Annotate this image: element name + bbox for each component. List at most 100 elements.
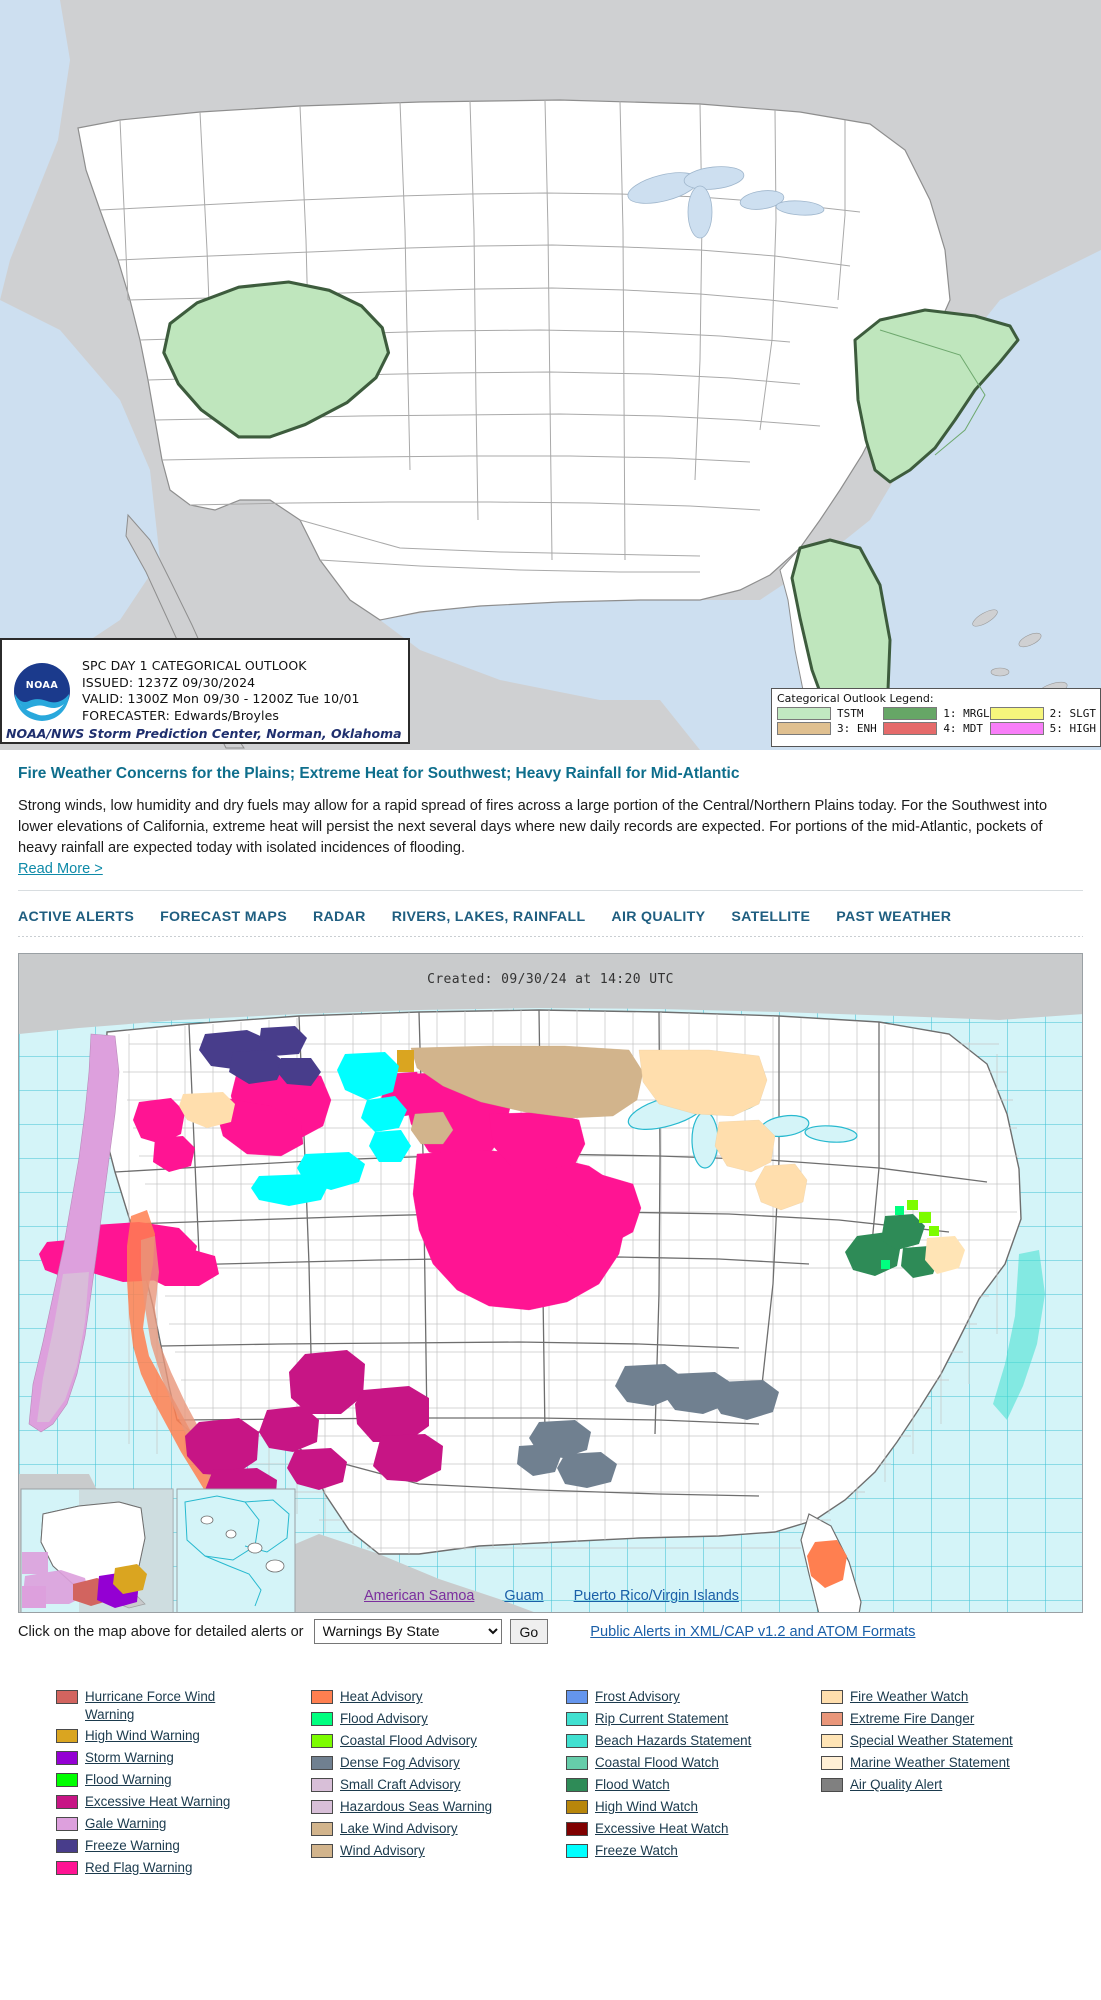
alert-legend: Hurricane Force Wind Warning High Wind W… — [0, 1644, 1101, 1893]
legend-label-special-weather-statement[interactable]: Special Weather Statement — [850, 1732, 1013, 1750]
legend-label-high-wind-watch[interactable]: High Wind Watch — [595, 1798, 698, 1816]
legend-item-wind-advisory[interactable]: Wind Advisory — [311, 1842, 566, 1860]
main-nav: ACTIVE ALERTS FORECAST MAPS RADAR RIVERS… — [0, 891, 1101, 936]
public-alerts-cap-link[interactable]: Public Alerts in XML/CAP v1.2 and ATOM F… — [590, 1624, 915, 1640]
tab-satellite[interactable]: SATELLITE — [731, 909, 810, 925]
tab-forecast-maps[interactable]: FORECAST MAPS — [160, 909, 287, 925]
legend-item-red-flag-warning[interactable]: Red Flag Warning — [56, 1859, 311, 1877]
legend-item-lake-wind-advisory[interactable]: Lake Wind Advisory — [311, 1820, 566, 1838]
legend-label-coastal-flood-advisory[interactable]: Coastal Flood Advisory — [340, 1732, 477, 1750]
legend-label-flood-warning[interactable]: Flood Warning — [85, 1771, 172, 1789]
spc-legend-label-tstm: TSTM — [837, 707, 864, 720]
map-click-prompt: Click on the map above for detailed aler… — [18, 1623, 304, 1640]
legend-label-high-wind-warning[interactable]: High Wind Warning — [85, 1727, 200, 1745]
legend-item-air-quality-alert[interactable]: Air Quality Alert — [821, 1776, 1076, 1794]
legend-label-flood-watch[interactable]: Flood Watch — [595, 1776, 670, 1794]
swatch-rip-current-statement — [566, 1712, 588, 1726]
legend-item-coastal-flood-watch[interactable]: Coastal Flood Watch — [566, 1754, 821, 1772]
tab-past-weather[interactable]: PAST WEATHER — [836, 909, 951, 925]
legend-label-wind-advisory[interactable]: Wind Advisory — [340, 1842, 425, 1860]
spc-legend-item-mrgl: 1: MRGL — [883, 707, 990, 720]
spc-swatch-tstm — [777, 707, 831, 720]
legend-item-frost-advisory[interactable]: Frost Advisory — [566, 1688, 821, 1706]
spc-legend-label-mrgl: 1: MRGL — [943, 707, 990, 720]
swatch-lake-wind-advisory — [311, 1822, 333, 1836]
legend-item-dense-fog-advisory[interactable]: Dense Fog Advisory — [311, 1754, 566, 1772]
legend-label-rip-current-statement[interactable]: Rip Current Statement — [595, 1710, 728, 1728]
legend-item-small-craft-advisory[interactable]: Small Craft Advisory — [311, 1776, 566, 1794]
swatch-high-wind-warning — [56, 1729, 78, 1743]
tab-active-alerts[interactable]: ACTIVE ALERTS — [18, 909, 134, 925]
warnings-by-state-select[interactable]: Warnings By State — [313, 1619, 502, 1644]
swatch-freeze-warning — [56, 1839, 78, 1853]
legend-item-high-wind-warning[interactable]: High Wind Warning — [56, 1727, 311, 1745]
link-american-samoa[interactable]: American Samoa — [364, 1588, 474, 1604]
legend-column-2: Heat Advisory Flood Advisory Coastal Flo… — [311, 1688, 566, 1881]
legend-label-excessive-heat-watch[interactable]: Excessive Heat Watch — [595, 1820, 728, 1838]
legend-label-fire-weather-watch[interactable]: Fire Weather Watch — [850, 1688, 968, 1706]
read-more-link[interactable]: Read More > — [18, 861, 103, 877]
legend-item-flood-advisory[interactable]: Flood Advisory — [311, 1710, 566, 1728]
legend-item-fire-weather-watch[interactable]: Fire Weather Watch — [821, 1688, 1076, 1706]
legend-item-freeze-watch[interactable]: Freeze Watch — [566, 1842, 821, 1860]
legend-label-hazardous-seas-warning[interactable]: Hazardous Seas Warning — [340, 1798, 492, 1816]
legend-label-red-flag-warning[interactable]: Red Flag Warning — [85, 1859, 192, 1877]
legend-label-heat-advisory[interactable]: Heat Advisory — [340, 1688, 423, 1706]
legend-item-hazardous-seas-warning[interactable]: Hazardous Seas Warning — [311, 1798, 566, 1816]
legend-label-beach-hazards-statement[interactable]: Beach Hazards Statement — [595, 1732, 751, 1750]
legend-label-lake-wind-advisory[interactable]: Lake Wind Advisory — [340, 1820, 458, 1838]
legend-label-marine-weather-statement[interactable]: Marine Weather Statement — [850, 1754, 1010, 1772]
legend-label-dense-fog-advisory[interactable]: Dense Fog Advisory — [340, 1754, 460, 1772]
legend-label-excessive-heat-warning[interactable]: Excessive Heat Warning — [85, 1793, 230, 1811]
legend-item-special-weather-statement[interactable]: Special Weather Statement — [821, 1732, 1076, 1750]
spc-info-line-2: ISSUED: 1237Z 09/30/2024 — [82, 674, 256, 690]
legend-item-flood-watch[interactable]: Flood Watch — [566, 1776, 821, 1794]
link-puerto-rico-virgin-islands[interactable]: Puerto Rico/Virgin Islands — [574, 1588, 739, 1604]
swatch-freeze-watch — [566, 1844, 588, 1858]
swatch-flood-advisory — [311, 1712, 333, 1726]
legend-label-storm-warning[interactable]: Storm Warning — [85, 1749, 174, 1767]
legend-item-coastal-flood-advisory[interactable]: Coastal Flood Advisory — [311, 1732, 566, 1750]
legend-item-flood-warning[interactable]: Flood Warning — [56, 1771, 311, 1789]
spc-legend-label-slgt: 2: SLGT — [1049, 707, 1096, 720]
swatch-marine-weather-statement — [821, 1756, 843, 1770]
legend-column-4: Fire Weather Watch Extreme Fire Danger S… — [821, 1688, 1076, 1881]
link-guam[interactable]: Guam — [504, 1588, 543, 1604]
tab-radar[interactable]: RADAR — [313, 909, 366, 925]
legend-label-flood-advisory[interactable]: Flood Advisory — [340, 1710, 428, 1728]
go-button[interactable]: Go — [509, 1619, 549, 1644]
tab-air-quality[interactable]: AIR QUALITY — [611, 909, 705, 925]
spc-legend-item-mdt: 4: MDT — [883, 722, 989, 735]
legend-item-hurricane-force-wind-warning[interactable]: Hurricane Force Wind Warning — [56, 1688, 311, 1723]
headline-title: Fire Weather Concerns for the Plains; Ex… — [18, 765, 740, 782]
swatch-excessive-heat-warning — [56, 1795, 78, 1809]
legend-label-coastal-flood-watch[interactable]: Coastal Flood Watch — [595, 1754, 719, 1772]
legend-label-freeze-warning[interactable]: Freeze Warning — [85, 1837, 180, 1855]
legend-item-rip-current-statement[interactable]: Rip Current Statement — [566, 1710, 821, 1728]
svg-text:NOAA: NOAA — [26, 680, 59, 691]
legend-item-heat-advisory[interactable]: Heat Advisory — [311, 1688, 566, 1706]
legend-label-extreme-fire-danger[interactable]: Extreme Fire Danger — [850, 1710, 974, 1728]
active-alerts-map[interactable]: Created: 09/30/24 at 14:20 UTC American … — [18, 953, 1083, 1613]
legend-label-small-craft-advisory[interactable]: Small Craft Advisory — [340, 1776, 461, 1794]
legend-label-gale-warning[interactable]: Gale Warning — [85, 1815, 166, 1833]
legend-label-freeze-watch[interactable]: Freeze Watch — [595, 1842, 678, 1860]
tab-rivers-lakes-rainfall[interactable]: RIVERS, LAKES, RAINFALL — [392, 909, 586, 925]
legend-label-hurricane-force-wind-warning[interactable]: Hurricane Force Wind Warning — [85, 1688, 260, 1723]
legend-label-air-quality-alert[interactable]: Air Quality Alert — [850, 1776, 942, 1794]
legend-item-excessive-heat-warning[interactable]: Excessive Heat Warning — [56, 1793, 311, 1811]
swatch-storm-warning — [56, 1751, 78, 1765]
legend-item-storm-warning[interactable]: Storm Warning — [56, 1749, 311, 1767]
spc-outlook-map[interactable]: NOAA SPC DAY 1 CATEGORICAL OUTLOOK ISSUE… — [0, 0, 1101, 750]
spc-swatch-slgt — [989, 707, 1044, 720]
legend-label-frost-advisory[interactable]: Frost Advisory — [595, 1688, 680, 1706]
swatch-special-weather-statement — [821, 1734, 843, 1748]
legend-item-marine-weather-statement[interactable]: Marine Weather Statement — [821, 1754, 1076, 1772]
legend-item-beach-hazards-statement[interactable]: Beach Hazards Statement — [566, 1732, 821, 1750]
spc-legend-label-enh: 3: ENH — [837, 722, 877, 735]
legend-item-extreme-fire-danger[interactable]: Extreme Fire Danger — [821, 1710, 1076, 1728]
legend-item-high-wind-watch[interactable]: High Wind Watch — [566, 1798, 821, 1816]
legend-item-freeze-warning[interactable]: Freeze Warning — [56, 1837, 311, 1855]
legend-item-excessive-heat-watch[interactable]: Excessive Heat Watch — [566, 1820, 821, 1838]
legend-item-gale-warning[interactable]: Gale Warning — [56, 1815, 311, 1833]
